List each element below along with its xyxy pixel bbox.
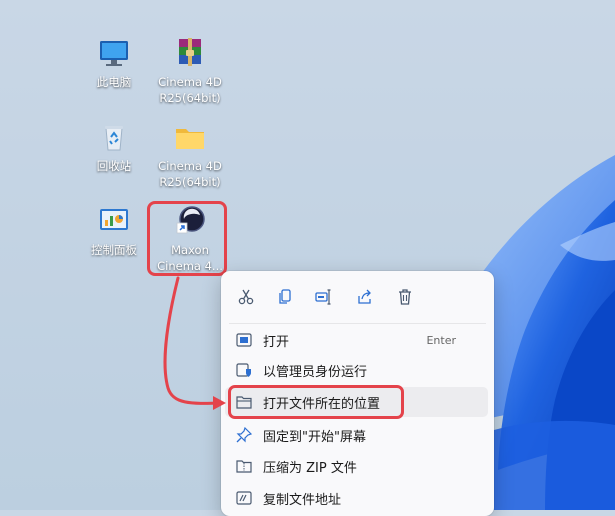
menu-item-label: 压缩为 ZIP 文件	[263, 460, 357, 476]
menu-item-run-as-admin[interactable]: 以管理员身份运行	[225, 355, 488, 385]
rename-icon	[315, 289, 331, 305]
share-button[interactable]	[352, 284, 378, 310]
menu-item-label: 以管理员身份运行	[263, 364, 368, 380]
context-menu-toolbar	[221, 271, 494, 321]
recycle-bin-icon	[105, 126, 123, 151]
selected-icon-highlight	[147, 201, 227, 276]
copy-icon	[279, 289, 291, 304]
menu-item-label: 打开	[263, 334, 290, 350]
menu-item-compress-zip[interactable]: 压缩为 ZIP 文件	[225, 451, 488, 481]
menu-separator	[229, 323, 486, 324]
desktop-icon-recycle-bin[interactable]: 回收站	[72, 120, 156, 174]
menu-item-shortcut: Enter	[426, 333, 456, 347]
winrar-archive-icon	[179, 38, 201, 66]
desktop-icon-label: 回收站	[96, 159, 132, 173]
menu-item-copy-path[interactable]: 复制文件地址	[225, 483, 488, 513]
desktop-icon-label: Cinema 4D R25(64bit)	[158, 75, 222, 105]
delete-icon	[399, 289, 411, 305]
delete-button[interactable]	[392, 284, 418, 310]
menu-item-label: 固定到"开始"屏幕	[263, 429, 366, 445]
menu-item-highlight	[228, 385, 404, 419]
rename-button[interactable]	[310, 284, 336, 310]
desktop-icon-label: 控制面板	[91, 243, 137, 257]
control-panel-icon	[100, 209, 128, 230]
folder-icon	[176, 129, 204, 149]
desktop-icon-this-pc[interactable]: 此电脑	[72, 36, 156, 90]
menu-item-open[interactable]: 打开 Enter	[225, 325, 488, 355]
copy-path-icon	[235, 489, 253, 507]
monitor-icon	[100, 41, 128, 66]
desktop-icon-control-panel[interactable]: 控制面板	[72, 204, 156, 258]
copy-button[interactable]	[272, 284, 298, 310]
desktop-icon-cinema4d-folder[interactable]: Cinema 4D R25(64bit)	[148, 120, 232, 190]
admin-shield-icon	[235, 361, 253, 379]
menu-item-pin-to-start[interactable]: 固定到"开始"屏幕	[225, 420, 488, 450]
pin-icon	[235, 426, 253, 444]
desktop-icon-label: Cinema 4D R25(64bit)	[158, 159, 222, 189]
open-app-icon	[235, 331, 253, 349]
cut-icon	[238, 289, 254, 305]
desktop-icon-cinema4d-archive[interactable]: Cinema 4D R25(64bit)	[148, 36, 232, 106]
share-icon	[358, 289, 371, 304]
zip-folder-icon	[235, 457, 253, 475]
desktop-icon-label: 此电脑	[96, 75, 132, 89]
menu-item-label: 复制文件地址	[263, 492, 342, 508]
cut-button[interactable]	[233, 284, 259, 310]
